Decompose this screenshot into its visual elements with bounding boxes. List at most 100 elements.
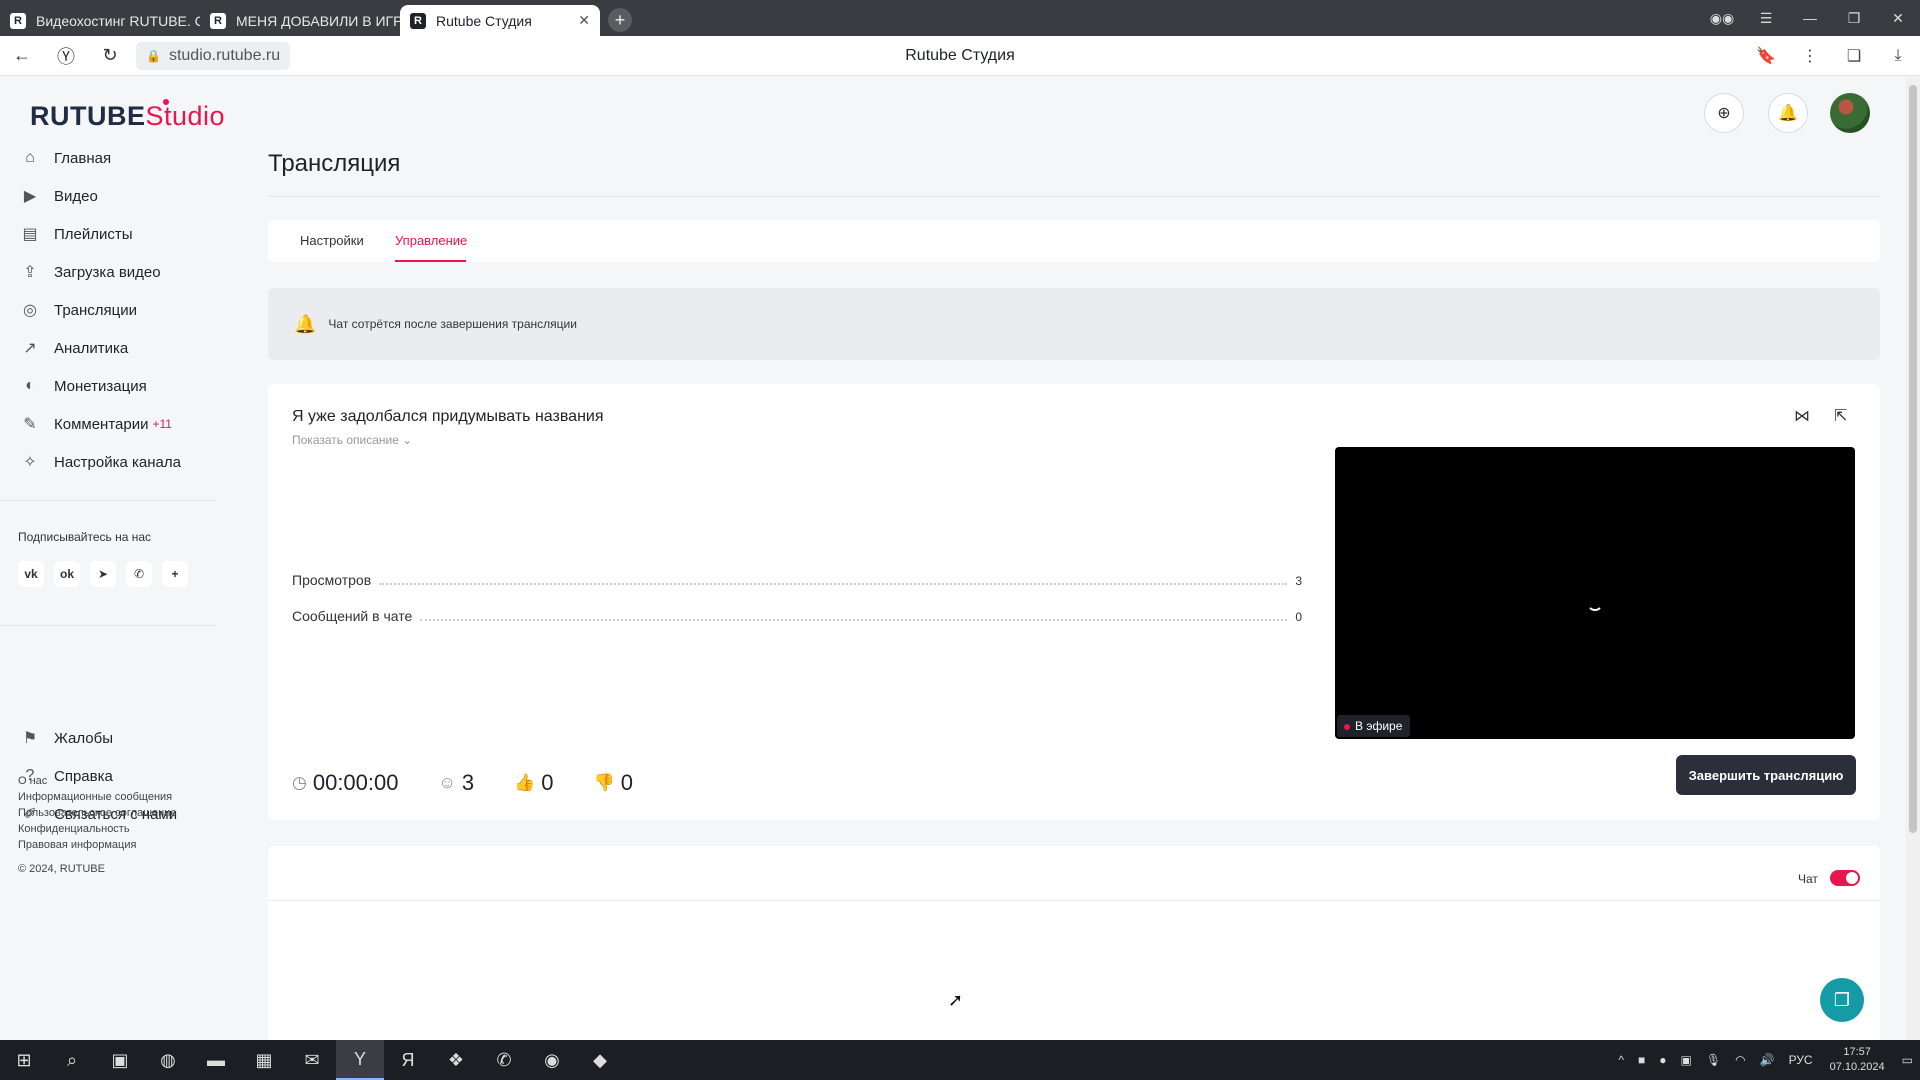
network-icon[interactable]: ◠ [1735,1053,1745,1067]
active-tab-indicator [395,260,466,262]
new-tab-button[interactable]: + [608,8,632,32]
system-tray: ^ ■ ● ▣ 🎙 ◠ 🔊 РУС 17:57 07.10.2024 ▭ [1611,1040,1920,1080]
volume-icon[interactable]: 🔊 [1760,1053,1775,1067]
more-socials-icon[interactable]: + [162,561,188,587]
comments-icon: ✎ [23,416,37,433]
mouse-cursor-icon: ➚ [948,990,964,1010]
microphone-icon[interactable]: 🎙 [1706,1053,1721,1067]
footer-link-info[interactable]: Информационные сообщения [18,789,176,805]
tray-app-icon[interactable]: ● [1659,1053,1666,1067]
more-icon[interactable]: ⋮ [1788,46,1832,66]
sidebar-item-monetization[interactable]: ◐ Монетизация [18,367,181,405]
browser-tab-1[interactable]: R Видеохостинг RUTUBE. С [0,5,200,36]
footer-link-privacy[interactable]: Конфиденциальность [18,821,176,837]
notifications-icon[interactable]: ▭ [1902,1053,1913,1067]
bell-icon: 🔔 [1778,105,1798,122]
scrollbar-thumb[interactable] [1909,85,1917,833]
subscribe-title: Подписывайтесь на нас [18,530,152,544]
footer-link-about[interactable]: О нас [18,773,176,789]
rutube-studio-logo[interactable]: RUTUBE Studio [30,99,225,132]
chat-notice: 🔔 Чат сотрётся после завершения трансляц… [268,288,1880,360]
chat-card: Чат [268,846,1880,1040]
add-content-button[interactable]: ⊕ [1704,93,1744,133]
collections-icon[interactable]: ❏ [1832,46,1876,66]
tray-chevron-icon[interactable]: ^ [1618,1053,1624,1067]
tab-management[interactable]: Управление [395,233,467,248]
telegram-icon[interactable]: ➤ [90,561,116,587]
rutube-favicon: R [210,12,226,29]
avatar[interactable] [1830,93,1870,133]
notice-text: Чат сотрётся после завершения трансляции [328,317,577,331]
sidebar-item-complaints[interactable]: ⚑ Жалобы [18,719,177,757]
sidebar-item-analytics[interactable]: ↗ Аналитика [18,329,181,367]
broadcast-icon: ◎ [23,302,37,319]
yandex-icon[interactable]: Ⓨ [44,43,88,69]
thumbs-down-icon: 👎 [593,773,615,792]
restore-icon[interactable]: ❐ [1832,10,1876,27]
browser-tab-2[interactable]: R МЕНЯ ДОБАВИЛИ В ИГР [200,5,400,36]
task-view-icon[interactable]: ▣ [96,1040,144,1080]
support-chat-button[interactable]: ❐ [1820,978,1864,1022]
url-text: studio.rutube.ru [168,46,281,64]
notifications-button[interactable]: 🔔 [1768,93,1808,133]
language-indicator[interactable]: РУС [1789,1053,1813,1067]
sidebar-item-channel-settings[interactable]: ✧ Настройка канала [18,443,181,481]
tray-app-icon[interactable]: ▣ [1681,1053,1692,1067]
viewer-icon: ☺ [438,773,456,792]
video-icon: ▶ [23,188,37,205]
whatsapp-icon[interactable]: ✆ [480,1040,528,1080]
url-field[interactable]: 🔒 studio.rutube.ru [136,41,291,70]
ok-icon[interactable]: ok [54,561,80,587]
tab-settings[interactable]: Настройки [300,233,364,248]
yandex-browser-icon[interactable]: Y [336,1040,384,1080]
viber-icon[interactable]: ✆ [126,561,152,587]
sidebar-item-home[interactable]: ⌂ Главная [18,139,181,177]
video-player[interactable]: В эфире [1335,447,1855,739]
external-link-icon[interactable]: ⇱ [1834,406,1847,426]
back-icon[interactable]: ← [0,45,44,66]
download-icon[interactable]: ⤓ [1876,47,1920,65]
store-icon[interactable]: ▦ [240,1040,288,1080]
show-description-link[interactable]: Показать описание ⌄ [292,433,412,447]
chat-toggle[interactable] [1830,870,1860,886]
money-icon: ◐ [25,377,35,394]
sidebar: RUTUBE Studio ⌂ Главная ▶ Видео ▤ Плейлисты … [0,77,225,1040]
sidebar-item-broadcasts[interactable]: ◎ Трансляции [18,291,181,329]
footer-link-terms[interactable]: Пользовательское соглашение [18,805,176,821]
file-explorer-icon[interactable]: ▬ [192,1040,240,1080]
vk-icon[interactable]: vk [18,561,44,587]
menu-icon[interactable]: ☰ [1744,10,1788,27]
divider [268,196,1880,197]
address-bar: ← Ⓨ ↻ 🔒 studio.rutube.ru Rutube Студия 🔖… [0,36,1920,76]
footer-link-legal[interactable]: Правовая информация [18,837,176,853]
scrollbar[interactable] [1906,77,1920,1040]
search-icon[interactable]: ⌕ [48,1040,96,1080]
end-stream-button[interactable]: Завершить трансляцию [1676,755,1856,795]
sidebar-item-video[interactable]: ▶ Видео [18,177,181,215]
browser-tab-3[interactable]: R Rutube Студия ✕ [400,5,600,36]
browser-tab-bar: R Видеохостинг RUTUBE. С R МЕНЯ ДОБАВИЛИ… [0,0,1920,36]
minecraft-icon[interactable]: ◆ [576,1040,624,1080]
thumbs-up-icon: 👍 [514,773,536,792]
yandex-icon[interactable]: Я [384,1040,432,1080]
tabs: Настройки Управление [268,220,1880,262]
close-window-icon[interactable]: ✕ [1876,10,1920,27]
app-icon[interactable]: ❖ [432,1040,480,1080]
obs-icon[interactable]: ◉ [528,1040,576,1080]
share-icon[interactable]: ⋈ [1794,406,1810,426]
bookmark-icon[interactable]: 🔖 [1744,46,1788,66]
minimize-icon[interactable]: — [1788,10,1832,26]
windows-start-icon[interactable]: ⊞ [0,1040,48,1080]
rutube-favicon: R [10,12,26,29]
mail-icon[interactable]: ✉ [288,1040,336,1080]
sidebar-item-comments[interactable]: ✎ Комментарии +11 [18,405,181,443]
edge-icon[interactable]: ◍ [144,1040,192,1080]
window-controls: ◉◉ ☰ — ❐ ✕ [1700,0,1920,36]
clock[interactable]: 17:57 07.10.2024 [1830,1045,1885,1075]
reading-mode-icon[interactable]: ◉◉ [1700,10,1744,27]
sidebar-item-upload[interactable]: ⇪ Загрузка видео [18,253,181,291]
tray-app-icon[interactable]: ■ [1638,1053,1645,1067]
close-tab-icon[interactable]: ✕ [578,12,590,29]
sidebar-item-playlists[interactable]: ▤ Плейлисты [18,215,181,253]
reload-icon[interactable]: ↻ [88,45,132,66]
